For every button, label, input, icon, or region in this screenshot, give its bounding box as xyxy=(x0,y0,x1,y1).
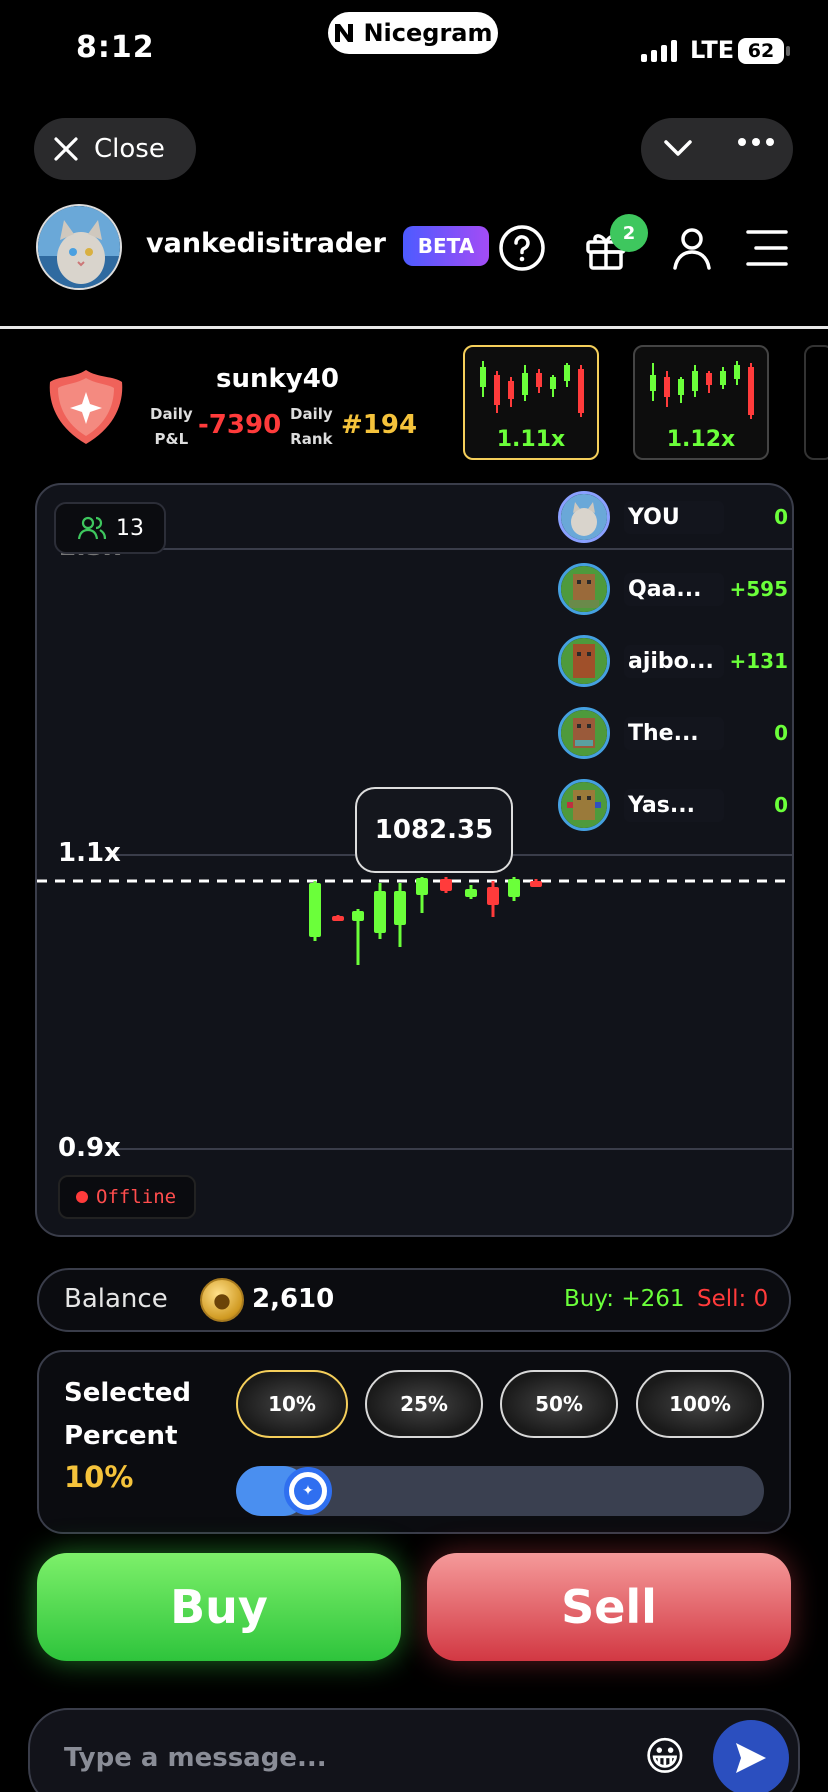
candle xyxy=(352,909,364,965)
current-price-tag: 1082.35 xyxy=(355,787,513,873)
leaderboard-row[interactable]: The... 0 xyxy=(558,707,788,759)
daily-pnl-value: -7390 xyxy=(198,410,282,440)
beta-badge: BETA xyxy=(403,226,489,266)
sparkle-icon: ✦ xyxy=(294,1477,322,1505)
gift-count-badge: 2 xyxy=(610,214,648,252)
user-avatar[interactable] xyxy=(36,204,122,290)
leaderboard-row[interactable]: ajibo... +131 xyxy=(558,635,788,687)
slider-thumb[interactable]: ✦ xyxy=(284,1467,332,1515)
sell-button[interactable]: Sell xyxy=(427,1553,791,1661)
header-divider xyxy=(0,326,828,329)
rank-label: Daily Rank xyxy=(290,405,333,448)
leaderboard-score: 0 xyxy=(774,721,788,745)
message-input[interactable] xyxy=(64,1738,604,1778)
network-type: LTE xyxy=(690,36,735,64)
candle xyxy=(394,883,406,947)
leaderboard-score: +131 xyxy=(729,649,788,673)
candle xyxy=(416,877,428,913)
leaderboard-avatar xyxy=(558,635,610,687)
leaderboard-name: Yas... xyxy=(624,788,724,822)
balance-label: Balance xyxy=(64,1284,168,1314)
profile-name: sunky40 xyxy=(216,364,339,394)
viewers-count: 13 xyxy=(116,515,144,541)
app-pill-label: Nicegram xyxy=(363,19,493,47)
mini-chart-label: 1.12x xyxy=(666,427,736,452)
status-dot-icon xyxy=(76,1191,88,1203)
profile-icon[interactable] xyxy=(668,224,716,272)
candle xyxy=(465,885,477,899)
leaderboard-score: +595 xyxy=(729,577,788,601)
axis-label-bottom: 0.9x xyxy=(58,1133,121,1163)
daily-rank-value: #194 xyxy=(341,410,418,440)
signal-icon xyxy=(641,40,677,62)
candle xyxy=(309,881,321,941)
coin-icon: ● xyxy=(200,1278,244,1322)
axis-label-mid: 1.1x xyxy=(58,838,121,868)
nicegram-logo-icon xyxy=(335,24,354,42)
balance-value: 2,610 xyxy=(252,1284,335,1314)
candle xyxy=(487,881,499,917)
mini-candles-icon xyxy=(650,361,754,419)
close-button[interactable]: Close xyxy=(34,118,196,180)
leaderboard-name: Qaa... xyxy=(624,572,724,606)
mini-chart-card[interactable]: 1.11x xyxy=(463,345,599,460)
leaderboard-name: The... xyxy=(624,716,724,750)
leaderboard-row[interactable]: YOU 0 xyxy=(558,491,788,543)
buy-button[interactable]: Buy xyxy=(37,1553,401,1661)
sell-count: Sell: 0 xyxy=(697,1286,769,1312)
mini-candles-icon xyxy=(480,361,584,417)
battery-icon: 62 xyxy=(738,38,790,64)
selected-percent-value: 10% xyxy=(64,1460,134,1494)
mini-chart-label: 1.11x xyxy=(496,427,566,452)
percent-option-10[interactable]: 10% xyxy=(236,1370,348,1438)
percent-option-50[interactable]: 50% xyxy=(500,1370,618,1438)
candle xyxy=(508,877,520,901)
selected-percent-label: Selected Percent xyxy=(64,1378,191,1451)
close-icon xyxy=(54,137,78,161)
more-icon[interactable] xyxy=(738,138,774,146)
menu-icon[interactable] xyxy=(744,224,792,272)
send-icon xyxy=(736,1743,766,1773)
mini-chart-card-partial[interactable] xyxy=(804,345,828,460)
mini-chart-card[interactable]: 1.12x xyxy=(633,345,769,460)
leaderboard-avatar xyxy=(558,779,610,831)
leaderboard-name: ajibo... xyxy=(624,644,724,678)
connection-status: Offline xyxy=(58,1175,196,1219)
leaderboard-score: 0 xyxy=(774,505,788,529)
percent-option-100[interactable]: 100% xyxy=(636,1370,764,1438)
leaderboard-avatar xyxy=(558,491,610,543)
help-icon[interactable] xyxy=(498,224,546,272)
connection-status-label: Offline xyxy=(96,1186,177,1208)
viewers-badge: 13 xyxy=(54,502,166,554)
emoji-icon[interactable]: 😀 xyxy=(644,1734,686,1780)
close-label: Close xyxy=(94,134,165,164)
candle xyxy=(332,915,344,921)
leaderboard-row[interactable]: Yas... 0 xyxy=(558,779,788,831)
leaderboard-name: YOU xyxy=(624,500,724,534)
leaderboard-row[interactable]: Qaa... +595 xyxy=(558,563,788,615)
rank-gem-icon xyxy=(49,370,123,444)
pnl-label: Daily P&L xyxy=(150,405,193,448)
percent-option-25[interactable]: 25% xyxy=(365,1370,483,1438)
buy-count: Buy: +261 xyxy=(564,1286,685,1312)
battery-level: 62 xyxy=(747,40,775,62)
send-button[interactable] xyxy=(713,1720,789,1792)
chevron-down-icon[interactable] xyxy=(660,130,696,166)
leaderboard-avatar xyxy=(558,707,610,759)
candle xyxy=(374,883,386,939)
username: vankedisitrader xyxy=(146,228,386,259)
leaderboard-score: 0 xyxy=(774,793,788,817)
nicegram-pill[interactable]: Nicegram xyxy=(328,12,498,54)
status-time: 8:12 xyxy=(76,30,155,65)
users-icon xyxy=(78,516,106,540)
candle xyxy=(440,877,452,893)
leaderboard-avatar xyxy=(558,563,610,615)
